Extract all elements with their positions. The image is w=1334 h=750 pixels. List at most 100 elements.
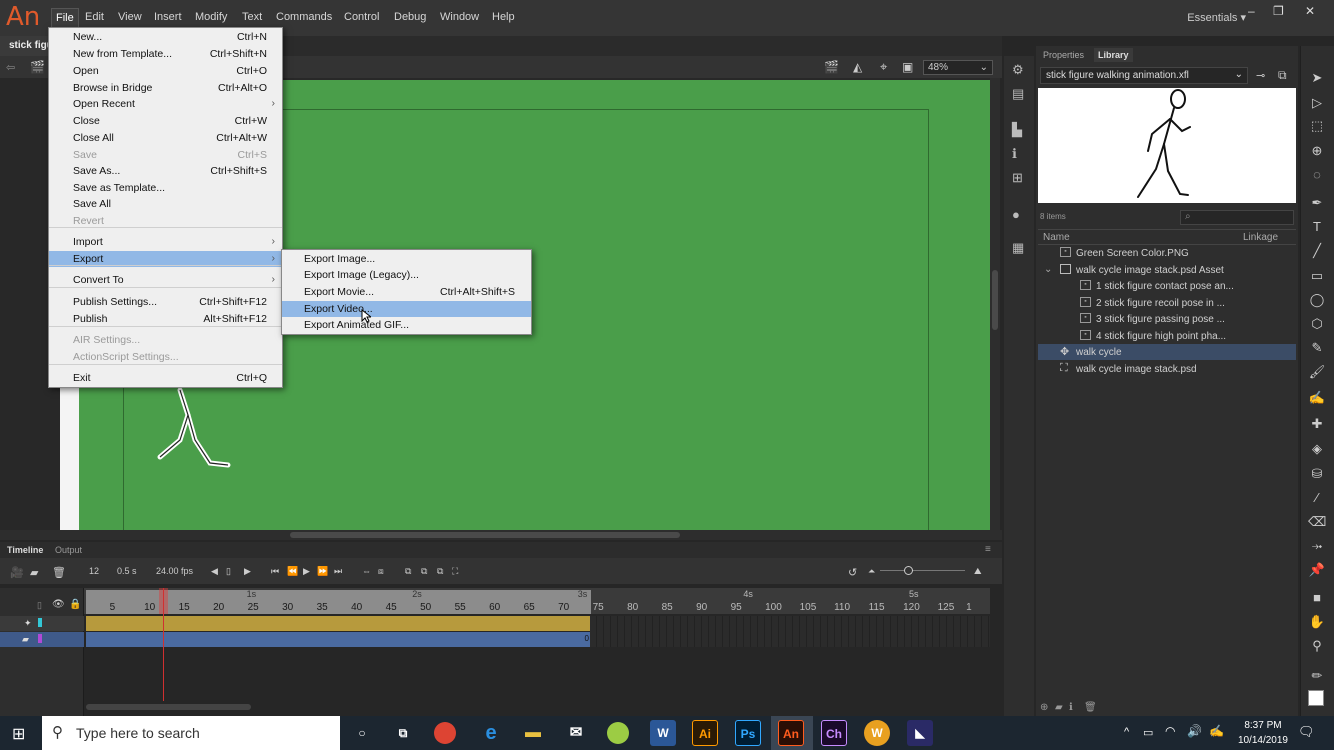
onion-outline-icon[interactable]: ⧉ (405, 566, 411, 577)
lock-icon[interactable]: 🔒 (69, 599, 81, 610)
chevron-up-icon[interactable]: ^ (1124, 726, 1129, 738)
snap-icon[interactable]: ⌖ (880, 59, 887, 75)
brush-tool-icon[interactable]: ✍ (1308, 390, 1326, 406)
misc-app-icon[interactable] (607, 722, 629, 744)
text-tool-icon[interactable]: T (1308, 219, 1326, 234)
submenu-item-export-video[interactable]: Export Video... (282, 301, 531, 317)
menu-edit[interactable]: Edit (82, 11, 107, 23)
new-symbol-icon[interactable]: ⊕ (1040, 702, 1048, 713)
menu-item-new[interactable]: New... Ctrl+N (49, 29, 282, 45)
stroke-color-icon[interactable]: ✏ (1308, 668, 1326, 684)
task-view-icon[interactable]: ⧉ (390, 720, 416, 746)
tab-library[interactable]: Library (1094, 48, 1133, 62)
paint-brush-icon[interactable]: 🖌 (1308, 364, 1326, 380)
menu-item-browse-in-bridge[interactable]: Browse in Bridge Ctrl+Alt+O (49, 80, 282, 96)
ink-bottle-icon[interactable]: ⛁ (1308, 466, 1326, 482)
chevron-down-icon[interactable]: ⌄ (1044, 264, 1052, 275)
volume-icon[interactable]: 🔊 (1187, 724, 1202, 738)
center-frame-icon[interactable]: ▯ (226, 566, 231, 577)
swatches-icon[interactable]: ▦ (1012, 240, 1024, 256)
menu-item-new-from-template[interactable]: New from Template... Ctrl+Shift+N (49, 46, 282, 62)
photoshop-icon[interactable]: Ps (735, 720, 761, 746)
library-search-input[interactable]: ⌕ (1180, 210, 1294, 225)
pencil-tool-icon[interactable]: ✎ (1308, 340, 1326, 356)
scene-icon[interactable]: 🎬 (30, 60, 45, 74)
camera-tool-icon[interactable]: ■ (1308, 590, 1326, 605)
menu-item-save-as-template[interactable]: Save as Template... (49, 180, 282, 196)
tab-timeline[interactable]: Timeline (7, 545, 43, 555)
stick-figure-graphic[interactable] (150, 385, 240, 475)
battery-icon[interactable]: ▭ (1143, 726, 1153, 739)
misc-w-app-icon[interactable]: W (864, 720, 890, 746)
align-icon[interactable]: ▙ (1012, 122, 1022, 138)
layer-row-bone[interactable]: ✦ (0, 616, 84, 631)
column-linkage[interactable]: Linkage (1243, 232, 1278, 243)
frame-rate[interactable]: 24.00 fps (156, 566, 193, 576)
horizontal-scroll-thumb[interactable] (290, 532, 680, 538)
fit-icon[interactable]: ⛶ (452, 566, 458, 577)
loop-icon[interactable]: ⇔ (362, 566, 371, 576)
cortana-icon[interactable]: ○ (349, 720, 375, 746)
minimize-icon[interactable]: – (1248, 4, 1255, 18)
taskbar-clock[interactable]: 8:37 PM 10/14/2019 (1238, 718, 1288, 748)
taskbar-search-input[interactable]: ⚲ Type here to search (42, 716, 340, 750)
library-item[interactable]: ▪ 4 stick figure high point pha... (1038, 328, 1296, 344)
zoom-tool-icon[interactable]: ⚲ (1308, 638, 1326, 654)
rectangle-tool-icon[interactable]: ▭ (1308, 268, 1326, 284)
delete-layer-icon[interactable]: 🗑 (52, 566, 66, 579)
new-folder-icon[interactable]: ▰ (1055, 702, 1063, 713)
armature-span[interactable] (86, 616, 590, 631)
menu-control[interactable]: Control (341, 11, 382, 23)
frame-zoom-handle[interactable] (904, 566, 913, 575)
windows-start-icon[interactable]: ⊞ (12, 724, 25, 744)
misc-app2-icon[interactable]: ◣ (907, 720, 933, 746)
submenu-item-export-image[interactable]: Export Image... (282, 251, 531, 267)
frame-zoom-slider[interactable] (880, 570, 965, 571)
step-forward-icon[interactable]: ▶ (244, 566, 251, 577)
bone-tool-icon[interactable]: ✚ (1308, 416, 1326, 432)
next-frame-icon[interactable]: ⏩ (317, 566, 328, 577)
menu-item-import[interactable]: Import › (49, 234, 282, 250)
menu-item-publish[interactable]: Publish Alt+Shift+F12 (49, 311, 282, 327)
properties-icon[interactable]: ℹ (1069, 702, 1073, 713)
show-hide-icon[interactable]: 👁 (52, 599, 65, 610)
subselection-tool-icon[interactable]: ▷ (1308, 95, 1326, 111)
zoom-out-icon[interactable]: ⏶ (868, 566, 875, 577)
notifications-icon[interactable]: 🗨 (1298, 724, 1315, 740)
pen-icon[interactable]: ✍ (1209, 724, 1224, 738)
library-item[interactable]: ▪ 3 stick figure passing pose ... (1038, 311, 1296, 327)
elapsed-time[interactable]: 0.5 s (117, 566, 137, 576)
onion-skin-icon[interactable]: ⧈ (378, 566, 384, 577)
frame-span[interactable]: 0 (86, 632, 590, 647)
menu-insert[interactable]: Insert (151, 11, 185, 23)
menu-item-convert-to[interactable]: Convert To › (49, 272, 282, 288)
empty-frames[interactable] (590, 616, 990, 647)
transform-icon[interactable]: ⊞ (1012, 170, 1023, 186)
word-icon[interactable]: W (650, 720, 676, 746)
previous-frame-icon[interactable]: ⏪ (287, 566, 298, 577)
back-arrow-icon[interactable]: ⇦ (6, 61, 15, 74)
zoom-select[interactable]: 48% ⌄ (923, 60, 993, 75)
menu-commands[interactable]: Commands (273, 11, 335, 23)
menu-item-exit[interactable]: Exit Ctrl+Q (49, 370, 282, 386)
pen-tool-icon[interactable]: ✒ (1308, 195, 1326, 211)
menu-window[interactable]: Window (437, 11, 482, 23)
new-layer-icon[interactable]: ▰ (30, 566, 38, 579)
free-transform-icon[interactable]: ⬚ (1308, 118, 1326, 134)
modify-markers-icon[interactable]: ⧉ (437, 566, 443, 577)
zoom-in-icon[interactable]: ⛰ (974, 566, 982, 577)
camera-icon[interactable]: 🎥 (10, 566, 24, 579)
restore-icon[interactable]: ❐ (1273, 4, 1284, 18)
edge-icon[interactable]: e (478, 720, 504, 746)
chrome-icon[interactable] (434, 722, 456, 744)
edit-symbol-icon[interactable]: ◭ (853, 60, 862, 74)
components-icon[interactable]: ▤ (1012, 86, 1024, 102)
menu-view[interactable]: View (115, 11, 145, 23)
current-frame[interactable]: 12 (89, 566, 99, 576)
menu-item-open-recent[interactable]: Open Recent › (49, 96, 282, 112)
animate-icon[interactable]: An (778, 720, 804, 746)
panel-menu-icon[interactable]: ≡ (985, 544, 991, 555)
clip-stage-icon[interactable]: ▣ (902, 60, 913, 74)
library-item[interactable]: ⛶ walk cycle image stack.psd (1038, 361, 1296, 377)
submenu-item-export-animated-gif[interactable]: Export Animated GIF... (282, 317, 531, 333)
